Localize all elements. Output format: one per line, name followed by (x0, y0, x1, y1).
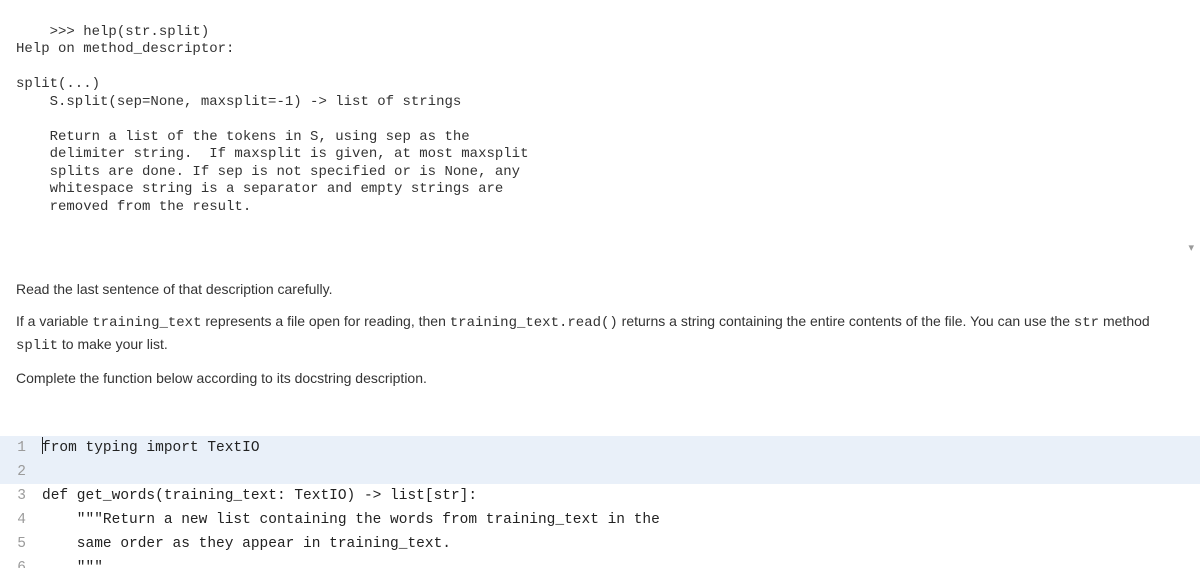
text-run: If a variable (16, 313, 92, 329)
page-root: >>> help(str.split) Help on method_descr… (0, 0, 1200, 568)
chevron-down-icon[interactable]: ▾ (1188, 243, 1194, 257)
inline-code: training_text.read() (450, 315, 618, 331)
help-output: >>> help(str.split) Help on method_descr… (0, 0, 1200, 261)
instruction-p1: Read the last sentence of that descripti… (16, 279, 1190, 299)
line-number: 4 (0, 508, 36, 532)
code-text[interactable]: """Return a new list containing the word… (36, 508, 1200, 532)
editor-line[interactable]: 1 from typing import TextIO (0, 436, 1200, 460)
code-content: def get_words(training_text: TextIO) -> … (42, 488, 477, 504)
line-number: 2 (0, 460, 36, 484)
editor-line[interactable]: 4 """Return a new list containing the wo… (0, 508, 1200, 532)
line-number: 3 (0, 484, 36, 508)
code-text[interactable]: same order as they appear in training_te… (36, 532, 1200, 556)
instruction-p2: If a variable training_text represents a… (16, 311, 1190, 356)
editor-line[interactable]: 3 def get_words(training_text: TextIO) -… (0, 484, 1200, 508)
code-content: """Return a new list containing the word… (42, 512, 660, 528)
code-text[interactable]: from typing import TextIO (36, 436, 1200, 460)
instruction-p3: Complete the function below according to… (16, 368, 1190, 388)
inline-code: training_text (92, 315, 201, 331)
editor-line[interactable]: 6 """ (0, 556, 1200, 568)
inline-code: split (16, 338, 58, 354)
code-content: """ (42, 560, 103, 568)
code-text[interactable] (36, 460, 1200, 484)
text-run: represents a file open for reading, then (201, 313, 449, 329)
code-editor[interactable]: 1 from typing import TextIO 2 3 def get_… (0, 436, 1200, 568)
editor-line[interactable]: 5 same order as they appear in training_… (0, 532, 1200, 556)
instructions: Read the last sentence of that descripti… (0, 261, 1200, 400)
code-text[interactable]: def get_words(training_text: TextIO) -> … (36, 484, 1200, 508)
inline-code: str (1074, 315, 1099, 331)
editor-line[interactable]: 2 (0, 460, 1200, 484)
text-run: returns a string containing the entire c… (618, 313, 1074, 329)
help-text: >>> help(str.split) Help on method_descr… (16, 24, 528, 215)
text-run: method (1099, 313, 1150, 329)
code-text[interactable]: """ (36, 556, 1200, 568)
code-content: from typing import TextIO (42, 440, 260, 456)
line-number: 6 (0, 556, 36, 568)
line-number: 1 (0, 436, 36, 460)
text-run: to make your list. (58, 336, 168, 352)
line-number: 5 (0, 532, 36, 556)
